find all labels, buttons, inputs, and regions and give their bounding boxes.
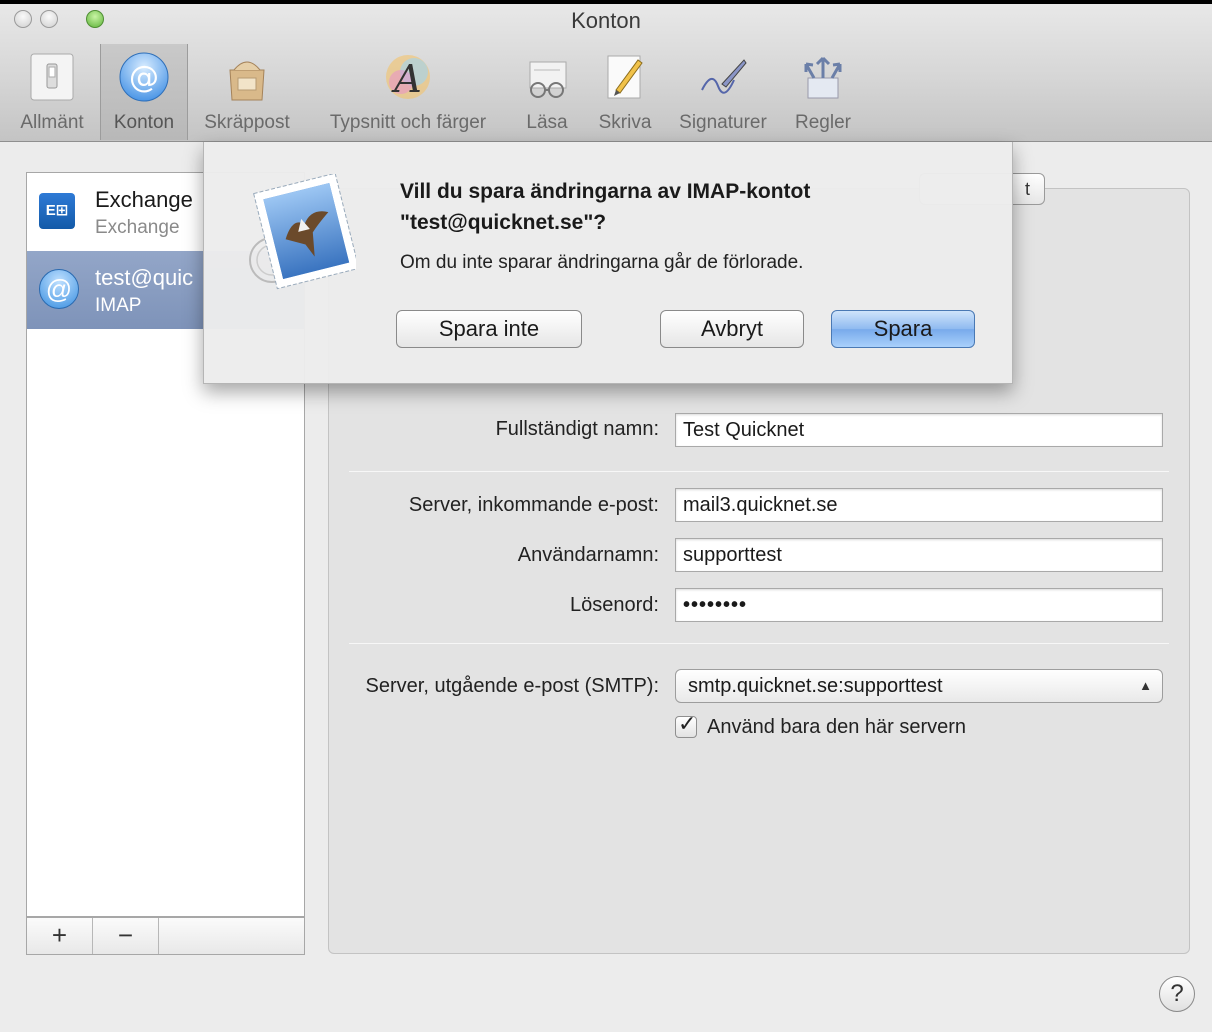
password-field[interactable]: •••••••• xyxy=(675,588,1163,622)
full-name-field[interactable]: Test Quicknet xyxy=(675,413,1163,447)
switch-icon xyxy=(30,53,74,101)
account-name: test@quic xyxy=(95,265,194,290)
smtp-server-popup[interactable]: smtp.quicknet.se:supporttest ▲ xyxy=(675,669,1163,703)
only-this-server-label: Använd bara den här servern xyxy=(707,716,967,738)
toolbar-item-lasa[interactable]: Läsa xyxy=(514,44,580,140)
toolbar: Konton Allmänt @ Konton Skräppost A Typs… xyxy=(0,0,1212,142)
toolbar-label: Skräppost xyxy=(204,112,290,133)
window-title: Konton xyxy=(571,8,641,33)
save-button[interactable]: Spara xyxy=(831,310,975,348)
rules-arrows-icon xyxy=(804,56,842,99)
preferences-window: Konton Allmänt @ Konton Skräppost A Typs… xyxy=(0,0,1212,1032)
account-type: Exchange xyxy=(95,217,180,238)
separator xyxy=(349,471,1169,472)
toolbar-label: Skriva xyxy=(598,112,652,133)
checkmark-icon: ✓ xyxy=(678,711,697,736)
toolbar-label: Konton xyxy=(113,112,175,133)
at-sign-icon: @ xyxy=(119,52,169,102)
toolbar-label: Typsnitt och färger xyxy=(329,112,487,133)
toolbar-item-regler[interactable]: Regler xyxy=(786,44,860,140)
incoming-server-field[interactable]: mail3.quicknet.se xyxy=(675,488,1163,522)
toolbar-item-konton[interactable]: @ Konton xyxy=(100,44,188,140)
sheet-title: Vill du spara ändringarna av IMAP-kontot… xyxy=(400,180,811,234)
save-changes-sheet: Vill du spara ändringarna av IMAP-kontot… xyxy=(203,142,1013,384)
username-label: Användarnamn: xyxy=(517,544,659,566)
only-this-server-checkbox[interactable]: ✓ xyxy=(675,711,697,738)
cancel-button[interactable]: Avbryt xyxy=(660,310,804,348)
mail-stamp-eagle-icon xyxy=(249,174,356,290)
help-button[interactable]: ? xyxy=(1159,976,1195,1012)
toolbar-label: Läsa xyxy=(526,112,568,133)
account-name: Exchange xyxy=(95,187,193,212)
signature-pen-icon xyxy=(701,59,747,94)
pencil-icon xyxy=(607,55,643,99)
svg-text:@: @ xyxy=(129,60,159,95)
add-account-button[interactable]: + xyxy=(27,918,93,954)
smtp-label: Server, utgående e-post (SMTP): xyxy=(365,675,659,697)
password-label: Lösenord: xyxy=(570,594,659,616)
separator xyxy=(349,643,1169,644)
account-list-buttons: + − xyxy=(26,917,305,955)
toolbar-item-allmant[interactable]: Allmänt xyxy=(8,44,96,140)
toolbar-label: Signaturer xyxy=(679,112,767,133)
junk-bag-icon xyxy=(229,61,265,101)
toolbar-label: Regler xyxy=(795,112,851,133)
toolbar-label: Allmänt xyxy=(20,112,84,133)
toolbar-item-skrappost[interactable]: Skräppost xyxy=(196,44,298,140)
account-type: IMAP xyxy=(95,295,142,316)
exchange-icon: E⊞ xyxy=(39,193,75,229)
username-field[interactable]: supporttest xyxy=(675,538,1163,572)
updown-arrows-icon: ▲ xyxy=(1139,678,1152,693)
remove-account-button[interactable]: − xyxy=(93,918,159,954)
incoming-server-label: Server, inkommande e-post: xyxy=(408,494,659,516)
full-name-label: Fullständigt namn: xyxy=(495,418,659,440)
smtp-server-value: smtp.quicknet.se:supporttest xyxy=(688,675,943,697)
svg-text:A: A xyxy=(391,57,421,101)
toolbar-item-typsnitt[interactable]: A Typsnitt och färger xyxy=(312,44,504,140)
font-color-icon: A xyxy=(386,55,430,101)
glasses-icon xyxy=(529,61,567,98)
dont-save-button[interactable]: Spara inte xyxy=(396,310,582,348)
sheet-message: Om du inte sparar ändringarna går de för… xyxy=(400,252,804,273)
toolbar-item-signaturer[interactable]: Signaturer xyxy=(668,44,778,140)
at-sign-icon: @ xyxy=(39,269,79,309)
toolbar-item-skriva[interactable]: Skriva xyxy=(590,44,660,140)
